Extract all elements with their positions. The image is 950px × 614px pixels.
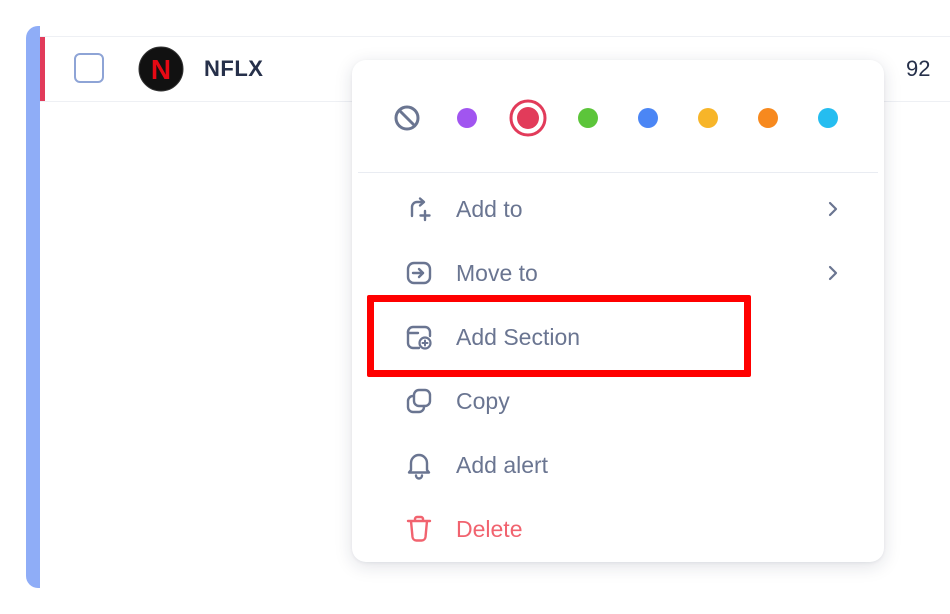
swatch-yellow[interactable] — [698, 108, 718, 128]
copy-icon — [406, 388, 432, 414]
menu-item-add-alert[interactable]: Add alert — [352, 436, 884, 492]
no-color-icon[interactable] — [393, 104, 421, 132]
swatch-blue[interactable] — [638, 108, 658, 128]
menu-item-add-to[interactable]: Add to — [352, 180, 884, 236]
trash-icon — [406, 515, 432, 542]
swatch-red-selected[interactable] — [508, 98, 548, 138]
chevron-right-icon — [828, 265, 838, 281]
chevron-right-icon — [828, 201, 838, 217]
add-to-icon — [410, 197, 431, 222]
context-menu: Add to Move to Add Section Copy Add aler… — [352, 60, 884, 562]
menu-item-label: Add Section — [456, 324, 581, 350]
row-checkbox[interactable] — [74, 53, 104, 83]
menu-item-label: Move to — [456, 260, 538, 286]
menu-item-label: Add alert — [456, 452, 549, 478]
menu-item-copy[interactable]: Copy — [352, 372, 884, 428]
menu-item-label: Copy — [456, 388, 510, 414]
row-ticker: NFLX — [204, 56, 264, 81]
logo-letter: N — [151, 54, 171, 85]
menu-item-label: Add to — [456, 196, 523, 222]
menu-item-label: Delete — [456, 516, 523, 542]
swatch-green[interactable] — [578, 108, 598, 128]
menu-item-add-section[interactable]: Add Section — [352, 308, 884, 364]
menu-item-delete[interactable]: Delete — [352, 500, 884, 556]
netflix-logo-icon: N — [138, 46, 184, 92]
menu-item-move-to[interactable]: Move to — [352, 244, 884, 300]
swatch-cyan[interactable] — [818, 108, 838, 128]
add-section-icon — [406, 325, 432, 350]
swatch-purple[interactable] — [457, 108, 477, 128]
menu-divider — [358, 172, 878, 173]
row-color-tag — [40, 37, 45, 101]
bell-icon — [407, 453, 431, 480]
color-swatch-row — [352, 90, 884, 148]
move-to-icon — [406, 261, 432, 285]
swatch-orange[interactable] — [758, 108, 778, 128]
row-price: 92 — [906, 56, 931, 81]
